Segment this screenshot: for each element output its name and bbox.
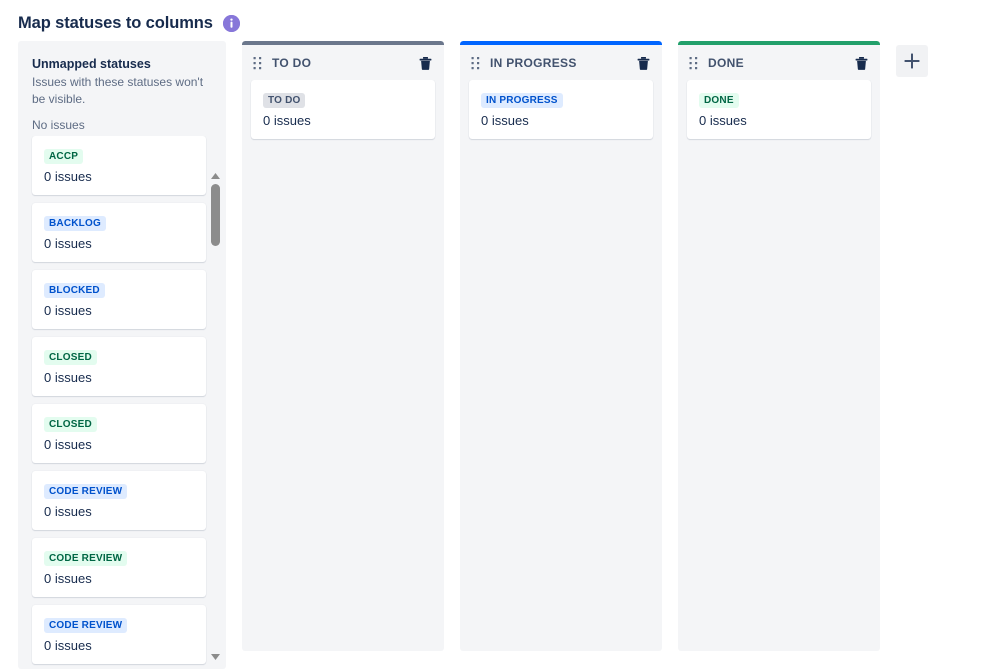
status-mapping-board: Unmapped statuses Issues with these stat… [18,41,999,669]
status-card[interactable]: BACKLOG 0 issues [32,203,206,262]
column-header: DONE [678,45,880,80]
status-issue-count: 0 issues [44,504,194,519]
status-card[interactable]: IN PROGRESS 0 issues [469,80,653,139]
status-card[interactable]: ACCP 0 issues [32,136,206,195]
status-lozenge: BACKLOG [44,216,106,231]
trash-icon[interactable] [635,55,651,71]
scroll-down-arrow[interactable] [208,650,223,663]
board-column: IN PROGRESS IN PROGRESS 0 issues [460,41,662,651]
status-lozenge: DONE [699,93,739,108]
board-column: TO DO TO DO 0 issues [242,41,444,651]
status-issue-count: 0 issues [263,113,423,128]
drag-handle-icon[interactable] [253,56,263,70]
status-issue-count: 0 issues [44,437,194,452]
status-lozenge: CLOSED [44,417,97,432]
column-title: TO DO [272,56,408,70]
trash-icon[interactable] [417,55,433,71]
scrollbar-thumb[interactable] [211,184,220,246]
drag-handle-icon[interactable] [471,56,481,70]
scroll-up-arrow[interactable] [208,169,223,182]
plus-icon [903,52,921,70]
column-header: TO DO [242,45,444,80]
status-issue-count: 0 issues [44,638,194,653]
status-card[interactable]: CODE REVIEW 0 issues [32,538,206,597]
status-lozenge: BLOCKED [44,283,105,298]
status-card[interactable]: CODE REVIEW 0 issues [32,471,206,530]
status-issue-count: 0 issues [44,370,194,385]
status-card[interactable]: CODE REVIEW 0 issues [32,605,206,664]
unmapped-panel-title: Unmapped statuses [32,57,212,71]
add-column-button[interactable] [896,45,928,77]
status-lozenge: TO DO [263,93,305,108]
status-issue-count: 0 issues [44,236,194,251]
unmapped-panel-description: Issues with these statuses won't be visi… [32,74,212,107]
status-lozenge: CODE REVIEW [44,484,127,499]
status-lozenge: IN PROGRESS [481,93,563,108]
unmapped-panel-header: Unmapped statuses Issues with these stat… [18,41,226,107]
status-card[interactable]: CLOSED 0 issues [32,404,206,463]
trash-icon[interactable] [853,55,869,71]
drag-handle-icon[interactable] [689,56,699,70]
column-title: IN PROGRESS [490,56,626,70]
column-title: DONE [708,56,844,70]
unmapped-issue-count: No issues [18,107,226,136]
status-card[interactable]: DONE 0 issues [687,80,871,139]
column-body[interactable]: TO DO 0 issues [242,80,444,651]
unmapped-statuses-panel: Unmapped statuses Issues with these stat… [18,41,226,669]
board-columns: TO DOTO DO0 issuesIN PROGRESSIN PROGRESS… [242,41,880,651]
status-issue-count: 0 issues [699,113,859,128]
status-lozenge: CLOSED [44,350,97,365]
status-issue-count: 0 issues [44,169,194,184]
page-header: Map statuses to columns [0,0,999,38]
status-card[interactable]: TO DO 0 issues [251,80,435,139]
status-issue-count: 0 issues [44,571,194,586]
info-icon[interactable] [223,15,240,32]
status-lozenge: CODE REVIEW [44,618,127,633]
status-lozenge: CODE REVIEW [44,551,127,566]
status-issue-count: 0 issues [481,113,641,128]
unmapped-scrollbar[interactable] [208,169,223,663]
page-title: Map statuses to columns [18,15,213,32]
scrollbar-track[interactable] [208,182,223,650]
column-body[interactable]: IN PROGRESS 0 issues [460,80,662,651]
status-lozenge: ACCP [44,149,83,164]
column-body[interactable]: DONE 0 issues [678,80,880,651]
status-issue-count: 0 issues [44,303,194,318]
status-card[interactable]: BLOCKED 0 issues [32,270,206,329]
board-column: DONE DONE 0 issues [678,41,880,651]
column-header: IN PROGRESS [460,45,662,80]
unmapped-status-list[interactable]: ACCP 0 issues BACKLOG 0 issues BLOCKED 0 issu… [18,136,226,669]
status-card[interactable]: CLOSED 0 issues [32,337,206,396]
